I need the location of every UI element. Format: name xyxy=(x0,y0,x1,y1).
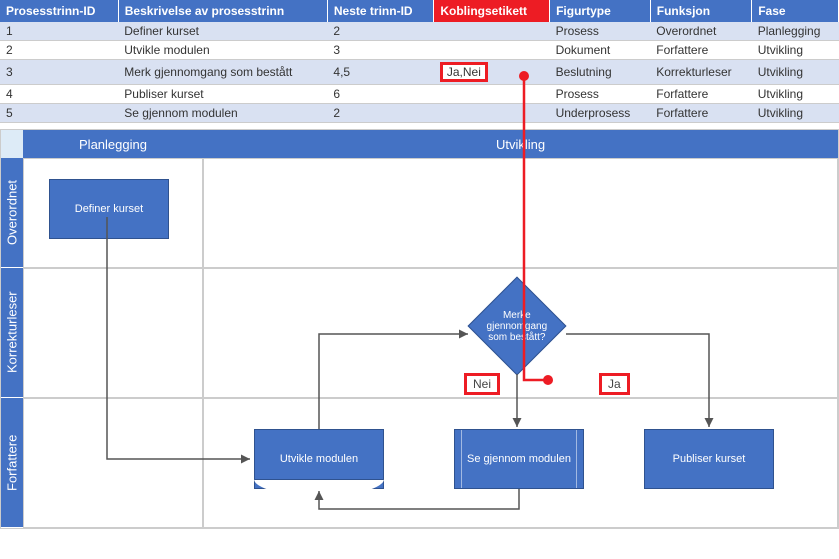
decision-text: Merke gjennomgang som bestått? xyxy=(487,310,548,343)
cell-phase: Utvikling xyxy=(752,60,839,85)
cell-desc: Definer kurset xyxy=(118,22,327,41)
cell-conn xyxy=(434,104,550,123)
col-role: Funksjon xyxy=(650,0,751,22)
cell-shape: Beslutning xyxy=(550,60,651,85)
cell-phase: Planlegging xyxy=(752,22,839,41)
cell-id: 2 xyxy=(0,41,118,60)
cell-role: Overordnet xyxy=(650,22,751,41)
cell-next: 6 xyxy=(327,85,433,104)
col-phase: Fase xyxy=(752,0,839,22)
col-desc: Beskrivelse av prosesstrinn xyxy=(118,0,327,22)
cell-role: Korrekturleser xyxy=(650,60,751,85)
cell-phase: Utvikling xyxy=(752,104,839,123)
phase-header-dev: Utvikling xyxy=(203,130,838,158)
shape-define-course: Definer kurset xyxy=(49,179,169,239)
shape-decision: Merke gjennomgang som bestått? xyxy=(468,277,567,376)
lane-proof-planning xyxy=(23,268,203,398)
cell-id: 5 xyxy=(0,104,118,123)
cell-next: 2 xyxy=(327,22,433,41)
lane-header-proof: Korrekturleser xyxy=(1,268,23,398)
table-row: 3 Merk gjennomgang som bestått 4,5 Ja,Ne… xyxy=(0,60,839,85)
lane-owner-dev xyxy=(203,158,838,268)
cell-desc: Publiser kurset xyxy=(118,85,327,104)
cell-desc: Se gjennom modulen xyxy=(118,104,327,123)
swimlane-diagram: Planlegging Utvikling Overordnet Definer… xyxy=(0,129,839,529)
table-row: 4 Publiser kurset 6 Prosess Forfattere U… xyxy=(0,85,839,104)
cell-role: Forfattere xyxy=(650,85,751,104)
cell-role: Forfattere xyxy=(650,41,751,60)
shape-develop-module: Utvikle modulen xyxy=(254,429,384,489)
cell-conn xyxy=(434,85,550,104)
shape-review-module: Se gjennom modulen xyxy=(454,429,584,489)
connector-label-highlight: Ja,Nei xyxy=(440,62,488,82)
col-connector: Koblingsetikett xyxy=(434,0,550,22)
cell-shape: Dokument xyxy=(550,41,651,60)
lane-author-dev: Utvikle modulen Se gjennom modulen Publi… xyxy=(203,398,838,528)
cell-id: 4 xyxy=(0,85,118,104)
cell-phase: Utvikling xyxy=(752,85,839,104)
shape-publish-course: Publiser kurset xyxy=(644,429,774,489)
cell-id: 1 xyxy=(0,22,118,41)
cell-desc: Merk gjennomgang som bestått xyxy=(118,60,327,85)
cell-shape: Prosess xyxy=(550,22,651,41)
col-next: Neste trinn-ID xyxy=(327,0,433,22)
col-shape: Figurtype xyxy=(550,0,651,22)
lane-owner-planning: Definer kurset xyxy=(23,158,203,268)
cell-phase: Utvikling xyxy=(752,41,839,60)
cell-desc: Utvikle modulen xyxy=(118,41,327,60)
process-table: Prosesstrinn-ID Beskrivelse av prosesstr… xyxy=(0,0,839,123)
table-row: 5 Se gjennom modulen 2 Underprosess Forf… xyxy=(0,104,839,123)
branch-label-yes: Ja xyxy=(599,373,630,395)
lane-header-owner: Overordnet xyxy=(1,158,23,268)
cell-shape: Underprosess xyxy=(550,104,651,123)
cell-shape: Prosess xyxy=(550,85,651,104)
cell-next: 4,5 xyxy=(327,60,433,85)
lane-author-planning xyxy=(23,398,203,528)
table-row: 2 Utvikle modulen 3 Dokument Forfattere … xyxy=(0,41,839,60)
cell-conn xyxy=(434,22,550,41)
swimlane-corner xyxy=(1,130,23,158)
cell-next: 3 xyxy=(327,41,433,60)
cell-role: Forfattere xyxy=(650,104,751,123)
col-step-id: Prosesstrinn-ID xyxy=(0,0,118,22)
phase-header-planning: Planlegging xyxy=(23,130,203,158)
cell-conn: Ja,Nei xyxy=(434,60,550,85)
branch-label-no: Nei xyxy=(464,373,500,395)
cell-conn xyxy=(434,41,550,60)
lane-proof-dev: Merke gjennomgang som bestått? Nei Ja xyxy=(203,268,838,398)
cell-next: 2 xyxy=(327,104,433,123)
cell-id: 3 xyxy=(0,60,118,85)
table-row: 1 Definer kurset 2 Prosess Overordnet Pl… xyxy=(0,22,839,41)
lane-header-author: Forfattere xyxy=(1,398,23,528)
